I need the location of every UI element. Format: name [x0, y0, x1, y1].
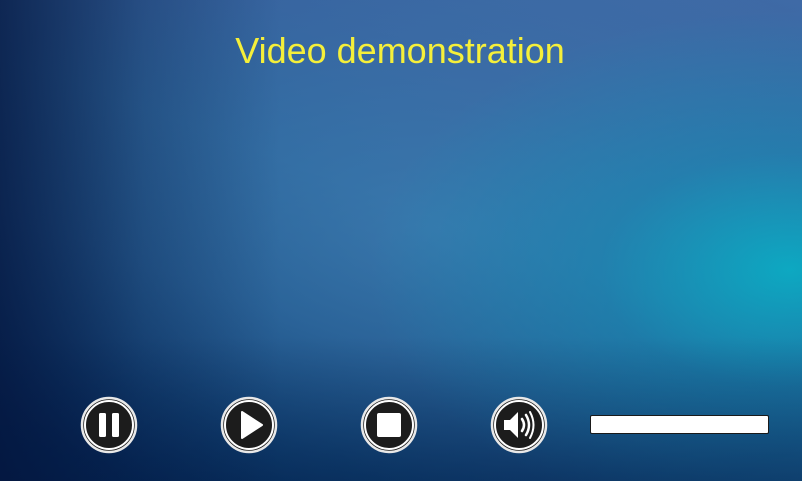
- play-icon: [220, 396, 278, 454]
- stop-button[interactable]: [360, 396, 418, 454]
- play-button[interactable]: [220, 396, 278, 454]
- volume-button[interactable]: [490, 396, 548, 454]
- progress-bar[interactable]: [590, 415, 769, 434]
- stop-icon: [360, 396, 418, 454]
- pause-button[interactable]: [80, 396, 138, 454]
- video-area[interactable]: Video demonstration: [0, 0, 802, 481]
- volume-icon: [490, 396, 548, 454]
- page-title: Video demonstration: [235, 30, 565, 71]
- pause-icon: [80, 396, 138, 454]
